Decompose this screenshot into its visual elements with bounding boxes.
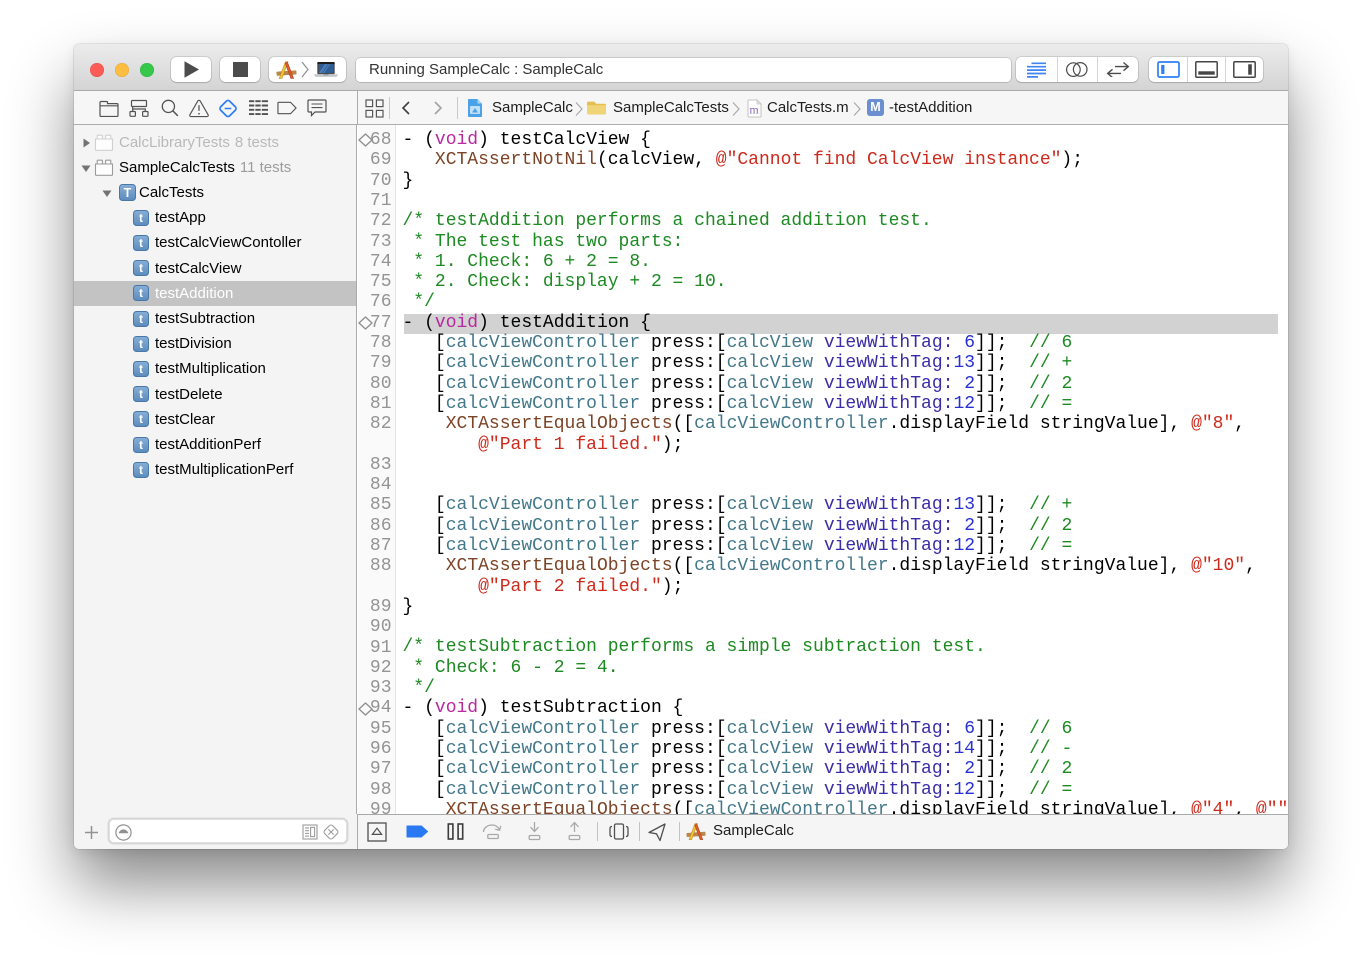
svg-text:m: m xyxy=(749,102,759,116)
